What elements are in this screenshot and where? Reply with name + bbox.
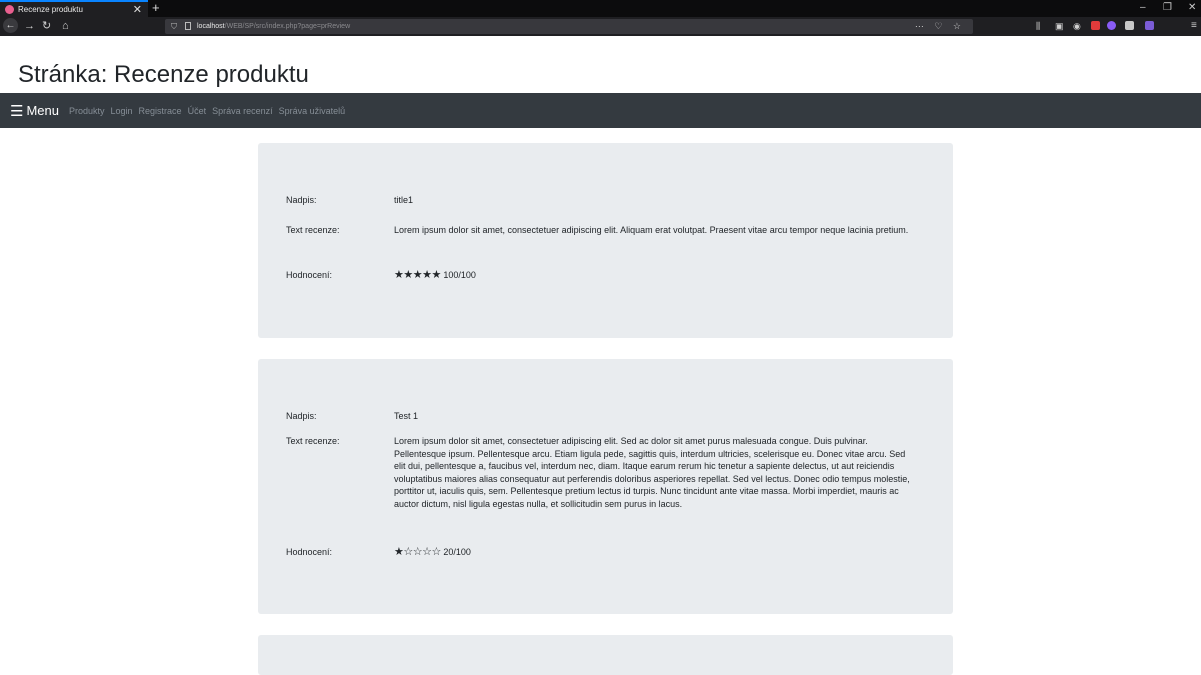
- maximize-icon[interactable]: ❐: [1163, 2, 1172, 13]
- review-title-label: Nadpis:: [286, 411, 317, 421]
- window-close-icon[interactable]: ✕: [1188, 2, 1196, 13]
- account-icon[interactable]: ◉: [1073, 18, 1081, 34]
- review-title: title1: [394, 195, 414, 205]
- review-text-label: Text recenze:: [286, 225, 340, 235]
- forward-arrow-icon[interactable]: →: [24, 18, 35, 34]
- review-rating-label: Hodnocení:: [286, 547, 333, 557]
- nav-link-produkty[interactable]: Produkty: [69, 106, 105, 116]
- nav-link-registrace[interactable]: Registrace: [139, 106, 182, 116]
- menu-label: Menu: [26, 103, 59, 118]
- page-info-icon[interactable]: [185, 22, 191, 30]
- hamburger-menu-icon[interactable]: ≡: [1191, 18, 1197, 34]
- review-card: [258, 635, 953, 675]
- review-text: Lorem ipsum dolor sit amet, consectetuer…: [394, 436, 910, 509]
- review-text: Lorem ipsum dolor sit amet, consectetuer…: [394, 225, 909, 235]
- tab-close-icon[interactable]: ✕: [133, 3, 142, 16]
- review-score: 100/100: [443, 270, 476, 280]
- library-icon[interactable]: ⫼: [1036, 18, 1040, 34]
- url-host: localhost: [197, 23, 225, 30]
- review-title: Test 1: [394, 411, 419, 421]
- browser-tab-active[interactable]: Recenze produktu ✕: [0, 0, 148, 17]
- site-navbar: ☰ Menu Produkty Login Registrace Účet Sp…: [0, 93, 1201, 128]
- review-rating: ★☆☆☆☆ 20/100: [394, 546, 914, 559]
- url-bar[interactable]: ⛉ localhost/WEB/SP/src/index.php?page=pr…: [165, 19, 973, 34]
- new-tab-button[interactable]: +: [152, 0, 160, 16]
- extension-badge-icon[interactable]: [1107, 21, 1116, 30]
- site-favicon-icon: [5, 5, 14, 14]
- back-arrow-icon[interactable]: ←: [3, 18, 18, 33]
- reload-icon[interactable]: ↻: [42, 18, 51, 34]
- review-score: 20/100: [443, 547, 471, 557]
- adblock-extension-icon[interactable]: [1091, 21, 1100, 30]
- url-path: /WEB/SP/src/index.php?page=prReview: [224, 23, 351, 30]
- nav-link-login[interactable]: Login: [111, 106, 133, 116]
- sidebar-icon[interactable]: ▣: [1055, 18, 1064, 34]
- nav-link-sprava-uzivatelu[interactable]: Správa uživatelů: [279, 106, 346, 116]
- tracking-shield-icon: ⛉: [171, 22, 177, 31]
- browser-tab-strip: Recenze produktu ✕ + – ❐ ✕: [0, 0, 1201, 17]
- minimize-icon[interactable]: –: [1140, 2, 1146, 13]
- url-bar-actions[interactable]: ⋯ ♡ ☆: [915, 19, 965, 34]
- review-rating: ★★★★★ 100/100: [394, 269, 914, 282]
- browser-tab-title: Recenze produktu: [18, 5, 83, 14]
- page-title: Stránka: Recenze produktu: [18, 61, 309, 88]
- review-card: Nadpis: Test 1 Text recenze: Lorem ipsum…: [258, 359, 953, 614]
- review-rating-label: Hodnocení:: [286, 270, 333, 280]
- url-text: localhost/WEB/SP/src/index.php?page=prRe…: [197, 19, 350, 34]
- home-icon[interactable]: ⌂: [62, 18, 69, 34]
- extension-purple-icon[interactable]: [1145, 21, 1154, 30]
- nav-link-ucet[interactable]: Účet: [188, 106, 207, 116]
- star-rating-icon: ★★★★★: [394, 269, 441, 281]
- nav-link-sprava-recenzi[interactable]: Správa recenzí: [212, 106, 273, 116]
- browser-toolbar: ← → ↻ ⌂ ⛉ localhost/WEB/SP/src/index.php…: [0, 17, 1201, 36]
- menu-icon: ☰: [10, 102, 24, 120]
- review-card: Nadpis: title1 Text recenze: Lorem ipsum…: [258, 143, 953, 338]
- review-text-label: Text recenze:: [286, 436, 340, 446]
- menu-toggle-button[interactable]: ☰ Menu: [10, 102, 59, 120]
- review-title-label: Nadpis:: [286, 195, 317, 205]
- extension-icon[interactable]: [1125, 21, 1134, 30]
- star-rating-icon: ★☆☆☆☆: [394, 546, 441, 558]
